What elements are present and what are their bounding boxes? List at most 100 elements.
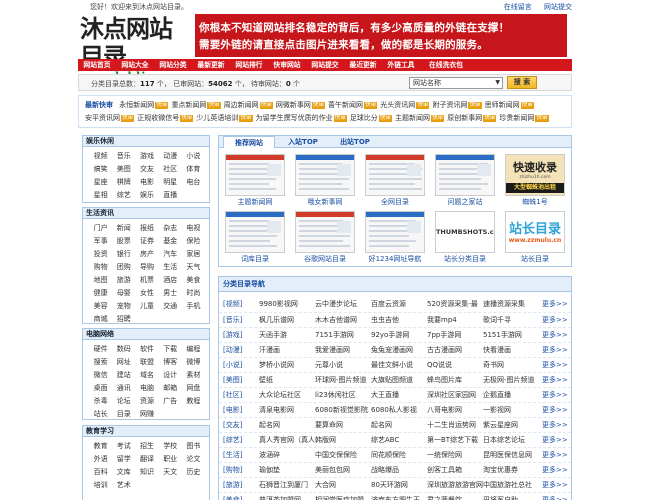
category-nav-label[interactable]: [生活] [223,448,242,462]
category-nav-site-link[interactable]: 无极网-图片频道 [483,373,535,387]
featured-site-caption[interactable]: 全网目录 [365,197,425,207]
featured-site-caption[interactable]: 谷歌网站目录 [295,254,355,264]
category-link[interactable]: 联盟 [135,356,158,369]
category-nav-site-link[interactable]: 520资源采集-最 [427,297,478,311]
category-link[interactable]: 搞笑 [89,163,112,176]
feedback-link[interactable]: 在线留言 [504,3,532,11]
category-nav-site-link[interactable]: 八哥电影网 [427,403,462,417]
category-nav-site-link[interactable]: 美丽包包网 [315,463,350,477]
category-link[interactable]: 杀毒 [89,395,112,408]
category-nav-site-link[interactable]: 中国旅游社总社 [483,478,532,492]
more-link[interactable]: 更多>> [542,478,568,492]
category-link[interactable]: 招聘 [112,313,135,326]
category-link[interactable]: 机票 [135,274,158,287]
category-link[interactable]: 棋牌 [112,176,135,189]
category-nav-site-link[interactable]: 快看漫画 [483,343,511,357]
category-nav-site-link[interactable]: 清泉电影网 [259,403,294,417]
category-nav-label[interactable]: [美食] [223,493,242,500]
category-link[interactable]: 学校 [159,440,182,453]
category-link[interactable]: 生活 [159,261,182,274]
category-link[interactable]: 搜索 [89,356,112,369]
category-link[interactable]: 历史 [182,466,205,479]
more-link[interactable]: 更多>> [542,448,568,462]
search-button[interactable]: 搜 索 [507,76,537,89]
latest-site-link[interactable]: 正规收微信号 快审 [137,114,194,122]
latest-site-link[interactable]: 安平资讯网 快审 [85,114,135,122]
category-link[interactable]: 购物 [89,261,112,274]
category-link[interactable]: 健康 [89,287,112,300]
category-link[interactable]: 小说 [182,150,205,163]
category-link[interactable]: 地图 [89,274,112,287]
category-link[interactable]: 音乐 [112,150,135,163]
category-link[interactable]: 艺术 [112,479,135,492]
category-nav-label[interactable]: [综艺] [223,433,242,447]
featured-site-caption[interactable]: 哦女新事网 [295,197,355,207]
category-nav-site-link[interactable]: 我爱漫画网 [315,343,350,357]
category-link[interactable]: 社区 [159,163,182,176]
more-link[interactable]: 更多>> [542,403,568,417]
submit-site-link[interactable]: 网站提交 [544,3,572,11]
category-nav-site-link[interactable]: 百度云资源 [371,297,406,311]
category-nav-label[interactable]: [电影] [223,403,242,417]
category-link[interactable]: 儿童 [135,300,158,313]
category-link[interactable]: 明星 [159,176,182,189]
category-nav-site-link[interactable]: 木木吉他谱网 [315,313,357,327]
latest-site-link[interactable]: 主题新闻网 快审 [395,114,445,122]
latest-site-link[interactable]: 重点新闻网 快审 [171,101,221,109]
category-nav-site-link[interactable]: 虫虫吉他 [371,313,399,327]
more-link[interactable]: 更多>> [542,358,568,372]
category-link[interactable]: 教育 [89,440,112,453]
latest-site-link[interactable]: 蔷午新闻网 快审 [328,101,378,109]
category-nav-label[interactable]: [美图] [223,373,242,387]
category-nav-site-link[interactable]: 速播资源采集 [483,297,525,311]
category-link[interactable]: 新闻 [112,222,135,235]
category-nav-site-link[interactable]: 君之藤餐饮 [427,493,462,500]
category-link[interactable]: 体育 [182,163,205,176]
category-nav-site-link[interactable]: 波涵碎 [259,448,280,462]
category-link[interactable]: 资源 [135,395,158,408]
category-link[interactable]: 娱乐 [135,189,158,202]
category-link[interactable]: 知识 [135,466,158,479]
featured-site[interactable]: 哦女新事网 [295,154,355,207]
category-nav-site-link[interactable]: 一统保险网 [427,448,462,462]
featured-site[interactable]: 问题之家站 [435,154,495,207]
more-link[interactable]: 更多>> [542,463,568,477]
category-link[interactable]: 视频 [89,150,112,163]
category-link[interactable]: 门户 [89,222,112,235]
category-nav-site-link[interactable]: 昆明医保信息网 [483,448,532,462]
latest-site-link[interactable]: 光头资讯网 快审 [380,101,430,109]
category-link[interactable]: 交友 [135,163,158,176]
nav-item-online[interactable]: 在线洗衣包 [420,59,472,71]
category-link[interactable]: 星相 [89,189,112,202]
category-nav-site-link[interactable]: 紫云星座网 [483,418,518,432]
category-link[interactable]: 杂志 [159,222,182,235]
featured-site-caption[interactable]: 好1234网址导航 [365,254,425,264]
more-link[interactable]: 更多>> [542,343,568,357]
category-nav-site-link[interactable]: 兔兔宠漫画网 [371,343,413,357]
category-link[interactable]: 软件 [135,343,158,356]
category-nav-site-link[interactable]: 济南东方肥牛王 [371,493,420,500]
nav-item-home[interactable]: 网站首页 [78,59,116,71]
category-link[interactable]: 美食 [182,274,205,287]
category-nav-site-link[interactable]: 战略爆品 [371,463,399,477]
category-nav-label[interactable]: [社区] [223,388,242,402]
category-nav-site-link[interactable]: 最佳文鲜小说 [371,358,413,372]
category-nav-label[interactable]: [购物] [223,463,242,477]
category-link[interactable]: 网赚 [135,408,158,421]
category-link[interactable]: 美图 [112,163,135,176]
category-nav-site-link[interactable]: 一影视网 [483,403,511,417]
category-link[interactable]: 桌面 [89,382,112,395]
category-link[interactable]: 素材 [182,369,205,382]
category-link[interactable]: 站长 [89,408,112,421]
site-thumbnail[interactable] [225,211,285,253]
category-nav-site-link[interactable]: 我要mp4 [427,313,457,327]
category-nav-site-link[interactable]: 石狮晋江到厦门 [259,478,308,492]
category-nav-site-link[interactable]: 92yo手游网 [371,328,409,342]
category-link[interactable]: 汽车 [159,248,182,261]
category-link[interactable]: 下载 [159,343,182,356]
category-nav-site-link[interactable]: 十二生肖运势网 [427,418,476,432]
category-nav-site-link[interactable]: 真人秀官网（真人 [259,433,315,447]
category-nav-site-link[interactable]: 普洱茶加盟网 [259,493,301,500]
site-thumbnail[interactable]: 站长目录 www.zzmulu.cn [505,211,565,253]
category-link[interactable]: 广告 [159,395,182,408]
